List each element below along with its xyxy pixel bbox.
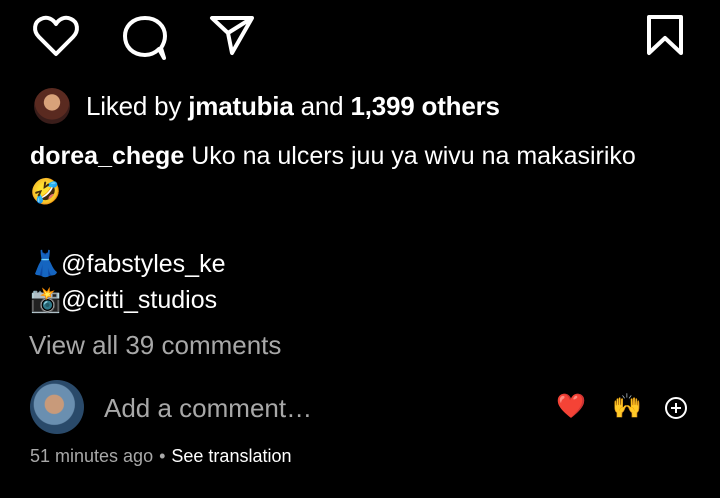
dress-emoji: 👗 bbox=[30, 249, 62, 278]
view-all-comments-link[interactable]: View all 39 comments bbox=[29, 330, 281, 361]
post-meta: 51 minutes ago • See translation bbox=[30, 446, 291, 467]
likes-middle: and bbox=[300, 90, 344, 121]
speech-bubble-icon bbox=[123, 16, 167, 60]
caption-text: Uko na ulcers juu ya wivu na makasiriko bbox=[191, 142, 636, 170]
likes-prefix: Liked by bbox=[86, 90, 182, 121]
likes-count[interactable]: 1,399 others bbox=[350, 91, 500, 121]
mention-citti-studios[interactable]: @citti_studios bbox=[61, 286, 217, 314]
camera-flash-emoji: 📸 bbox=[30, 285, 62, 314]
see-translation-link[interactable]: See translation bbox=[171, 446, 291, 467]
add-comment-row: Add a comment… ❤️ 🙌 bbox=[30, 380, 700, 436]
plus-circle-icon bbox=[665, 397, 687, 419]
heart-icon bbox=[33, 15, 79, 56]
likes-summary[interactable]: Liked by jmatubia and 1,399 others bbox=[34, 86, 500, 126]
paper-plane-icon bbox=[210, 16, 254, 55]
liker-avatar[interactable] bbox=[34, 88, 70, 124]
heart-reaction-button[interactable]: ❤️ bbox=[556, 392, 586, 420]
more-reactions-button[interactable] bbox=[664, 396, 688, 420]
post-timestamp: 51 minutes ago bbox=[30, 446, 154, 466]
like-button[interactable] bbox=[32, 14, 80, 58]
mention-fabstyles[interactable]: @fabstyles_ke bbox=[61, 250, 225, 278]
liker-username[interactable]: jmatubia bbox=[188, 91, 294, 121]
save-button[interactable] bbox=[645, 14, 685, 56]
current-user-avatar bbox=[30, 380, 84, 434]
add-comment-input[interactable]: Add a comment… bbox=[104, 393, 312, 424]
laughing-emoji: 🤣 bbox=[30, 177, 62, 206]
raised-hands-reaction-button[interactable]: 🙌 bbox=[612, 392, 642, 420]
bookmark-icon bbox=[647, 15, 683, 55]
caption-username[interactable]: dorea_chege bbox=[30, 142, 184, 170]
meta-separator: • bbox=[159, 446, 166, 466]
share-button[interactable] bbox=[209, 14, 255, 56]
comment-button[interactable] bbox=[121, 15, 169, 61]
caption: dorea_chege Uko na ulcers juu ya wivu na… bbox=[30, 138, 710, 318]
